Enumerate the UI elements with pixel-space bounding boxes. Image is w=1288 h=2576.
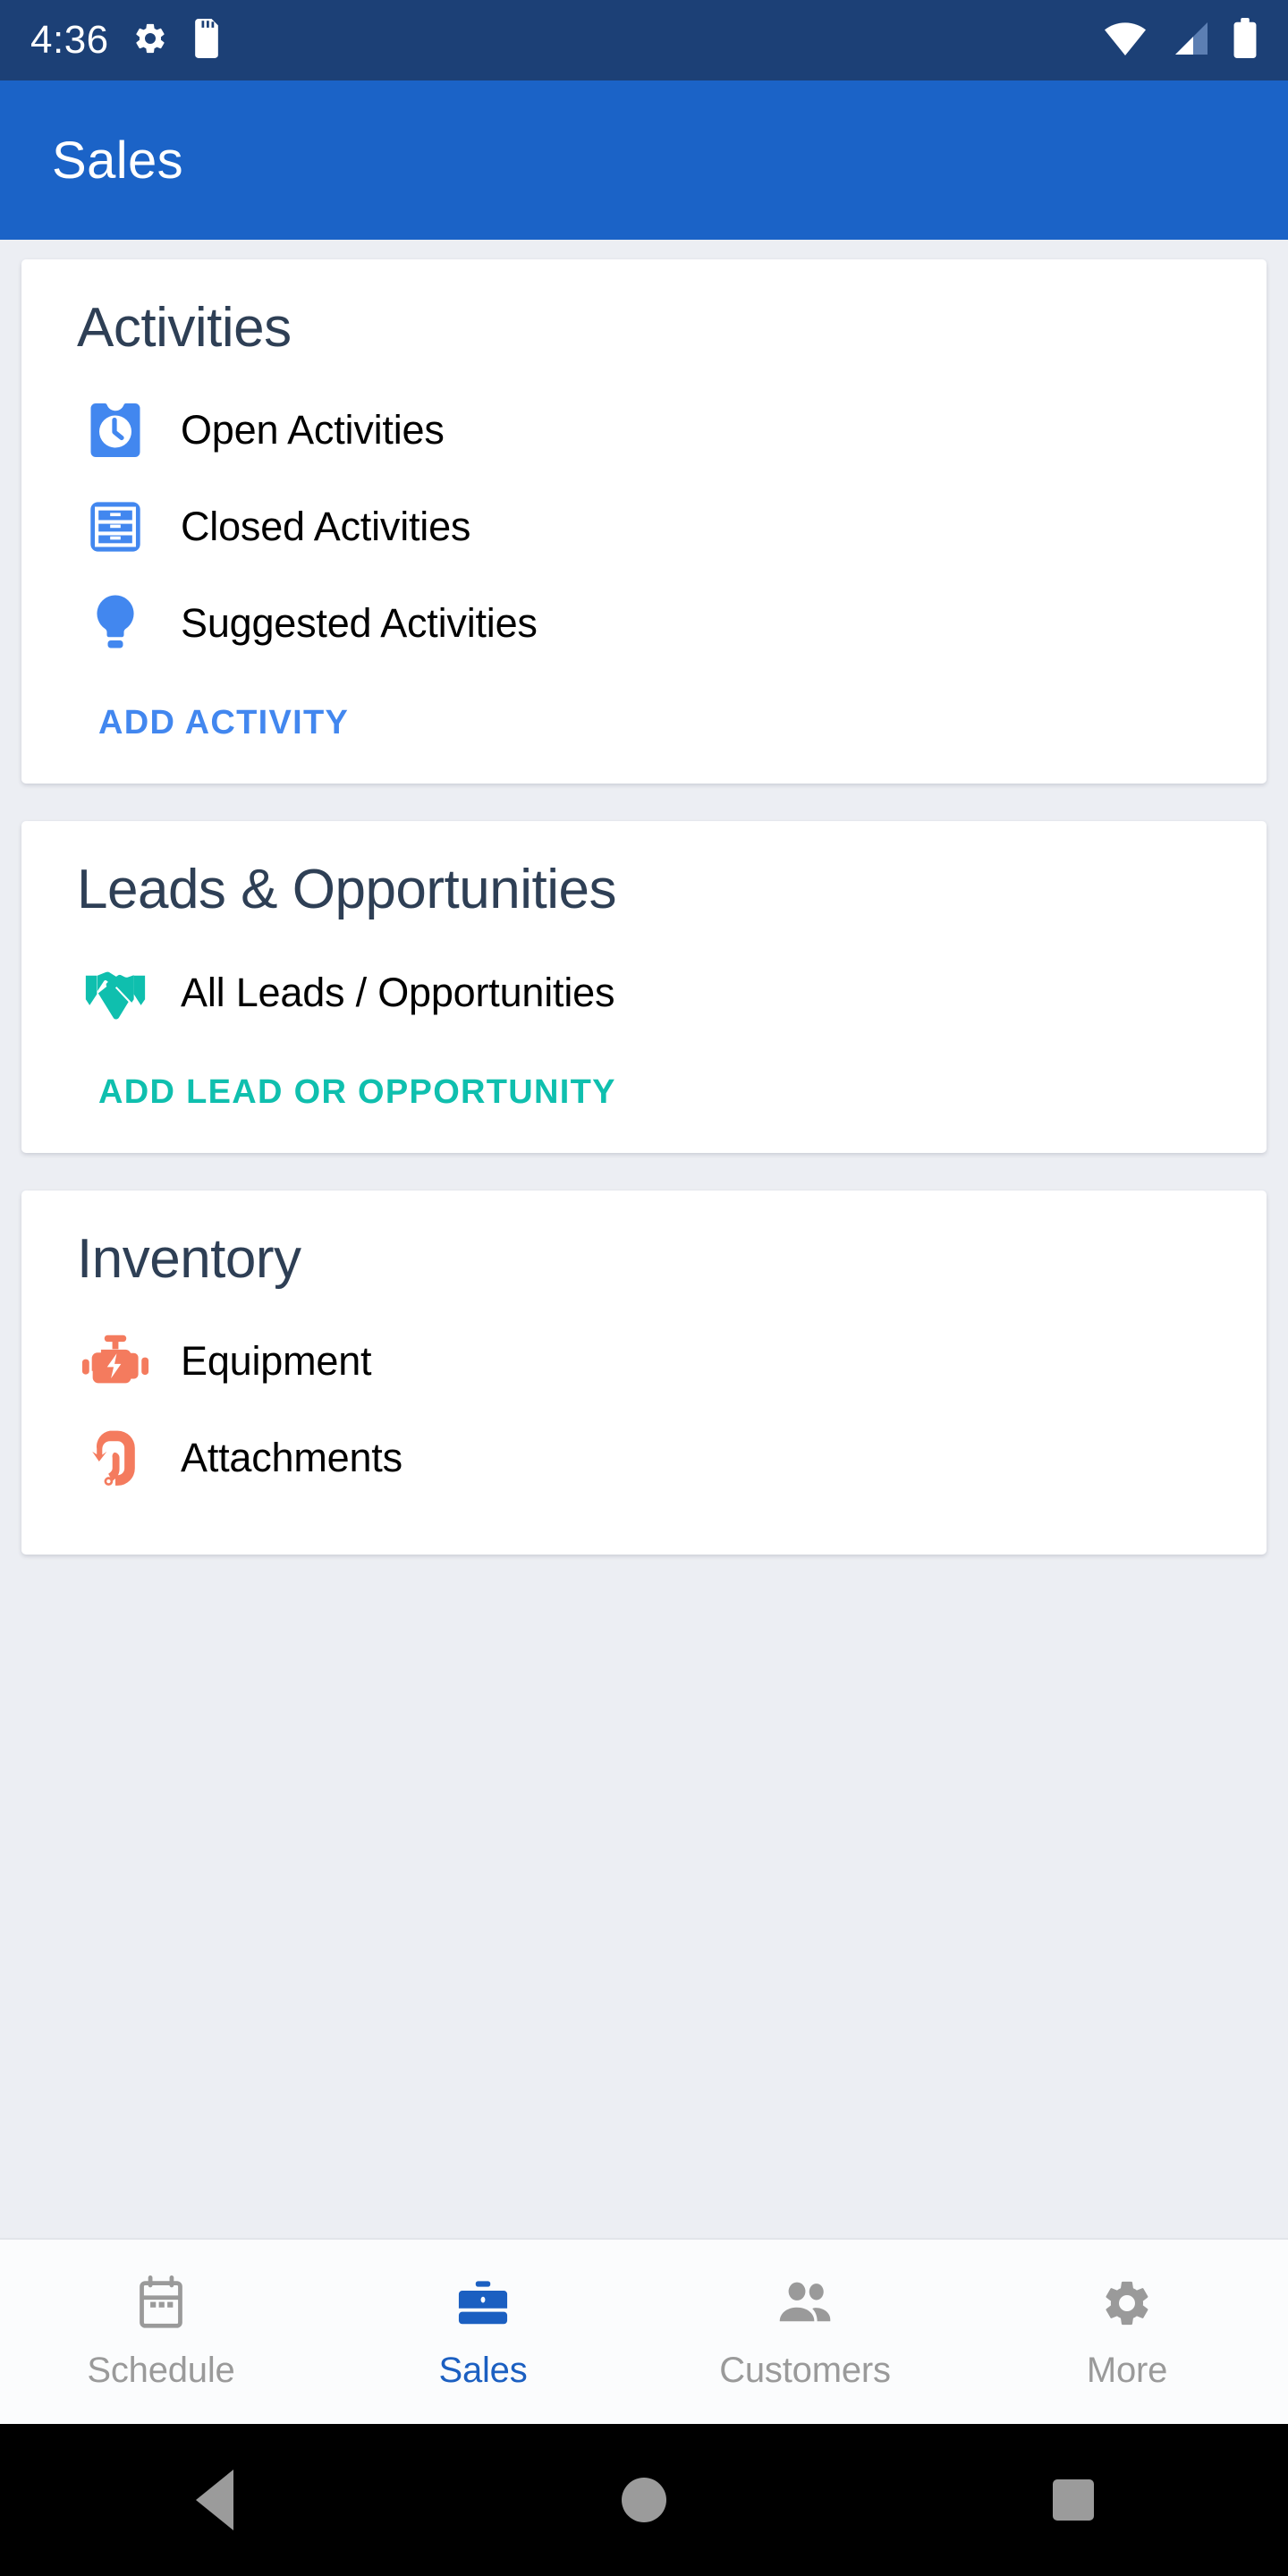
status-bar-right — [1104, 17, 1258, 64]
handshake-icon — [77, 954, 154, 1031]
engine-icon — [77, 1323, 154, 1400]
lightbulb-icon — [77, 585, 154, 662]
gear-icon — [132, 21, 168, 61]
circle-home-icon — [622, 2478, 666, 2522]
nav-label: More — [1086, 2350, 1168, 2390]
card-inventory: Inventory Equipment Attachments — [21, 1190, 1267, 1555]
cellular-signal-icon — [1170, 21, 1209, 61]
list-item-label: All Leads / Opportunities — [181, 969, 615, 1015]
system-back-button[interactable] — [143, 2424, 286, 2576]
list-item-closed-activities[interactable]: Closed Activities — [21, 479, 1267, 575]
clock-badge-icon — [77, 392, 154, 469]
activities-list: Open Activities Closed Activities Sugges… — [21, 359, 1267, 672]
card-title-leads-opportunities: Leads & Opportunities — [77, 859, 617, 921]
list-item-label: Equipment — [181, 1338, 372, 1385]
list-item-all-leads-opportunities[interactable]: All Leads / Opportunities — [21, 945, 1267, 1041]
status-bar: 4:36 — [0, 0, 1288, 80]
list-item-attachments[interactable]: Attachments — [21, 1410, 1267, 1506]
nav-label: Customers — [719, 2350, 891, 2390]
calendar-icon — [135, 2274, 187, 2333]
people-icon — [775, 2274, 835, 2333]
add-activity-button[interactable]: ADD ACTIVITY — [21, 672, 1267, 784]
triangle-back-icon — [196, 2470, 233, 2530]
card-leads-opportunities: Leads & Opportunities All Leads / Opport… — [21, 821, 1267, 1153]
card-activities: Activities Open Activities Closed Activi… — [21, 259, 1267, 784]
nav-item-schedule[interactable]: Schedule — [0, 2240, 322, 2424]
sd-card-icon — [191, 18, 222, 63]
list-item-suggested-activities[interactable]: Suggested Activities — [21, 575, 1267, 672]
inventory-list: Equipment Attachments — [21, 1290, 1267, 1533]
list-item-label: Open Activities — [181, 407, 445, 453]
battery-icon — [1233, 17, 1258, 64]
android-system-navigation — [0, 2424, 1288, 2576]
page-title: Sales — [52, 131, 184, 190]
bottom-navigation: Schedule Sales Customers More — [0, 2238, 1288, 2424]
nav-label: Sales — [438, 2350, 528, 2390]
nav-item-more[interactable]: More — [966, 2240, 1288, 2424]
wifi-icon — [1104, 21, 1147, 61]
nav-item-customers[interactable]: Customers — [644, 2240, 966, 2424]
list-item-label: Closed Activities — [181, 504, 471, 550]
add-lead-or-opportunity-button[interactable]: ADD LEAD OR OPPORTUNITY — [21, 1041, 1267, 1153]
gear-icon — [1100, 2274, 1154, 2333]
system-home-button[interactable] — [572, 2424, 716, 2576]
card-title-inventory: Inventory — [77, 1227, 301, 1290]
list-item-equipment[interactable]: Equipment — [21, 1313, 1267, 1410]
status-bar-left: 4:36 — [30, 18, 222, 63]
system-recents-button[interactable] — [1002, 2424, 1145, 2576]
nav-label: Schedule — [87, 2350, 235, 2390]
square-recents-icon — [1053, 2479, 1094, 2521]
phone-screen: 4:36 Sales Activities Open Activities Cl… — [0, 0, 1288, 2576]
app-bar: Sales — [0, 80, 1288, 240]
file-cabinet-icon — [77, 488, 154, 565]
list-item-label: Suggested Activities — [181, 600, 538, 647]
status-bar-clock: 4:36 — [30, 18, 109, 62]
list-item-open-activities[interactable]: Open Activities — [21, 382, 1267, 479]
leads-list: All Leads / Opportunities — [21, 921, 1267, 1041]
card-title-activities: Activities — [77, 297, 292, 359]
briefcase-icon — [457, 2274, 509, 2333]
list-item-label: Attachments — [181, 1435, 402, 1481]
nav-item-sales[interactable]: Sales — [322, 2240, 644, 2424]
hook-icon — [77, 1419, 154, 1496]
main-content: Activities Open Activities Closed Activi… — [0, 240, 1288, 2238]
